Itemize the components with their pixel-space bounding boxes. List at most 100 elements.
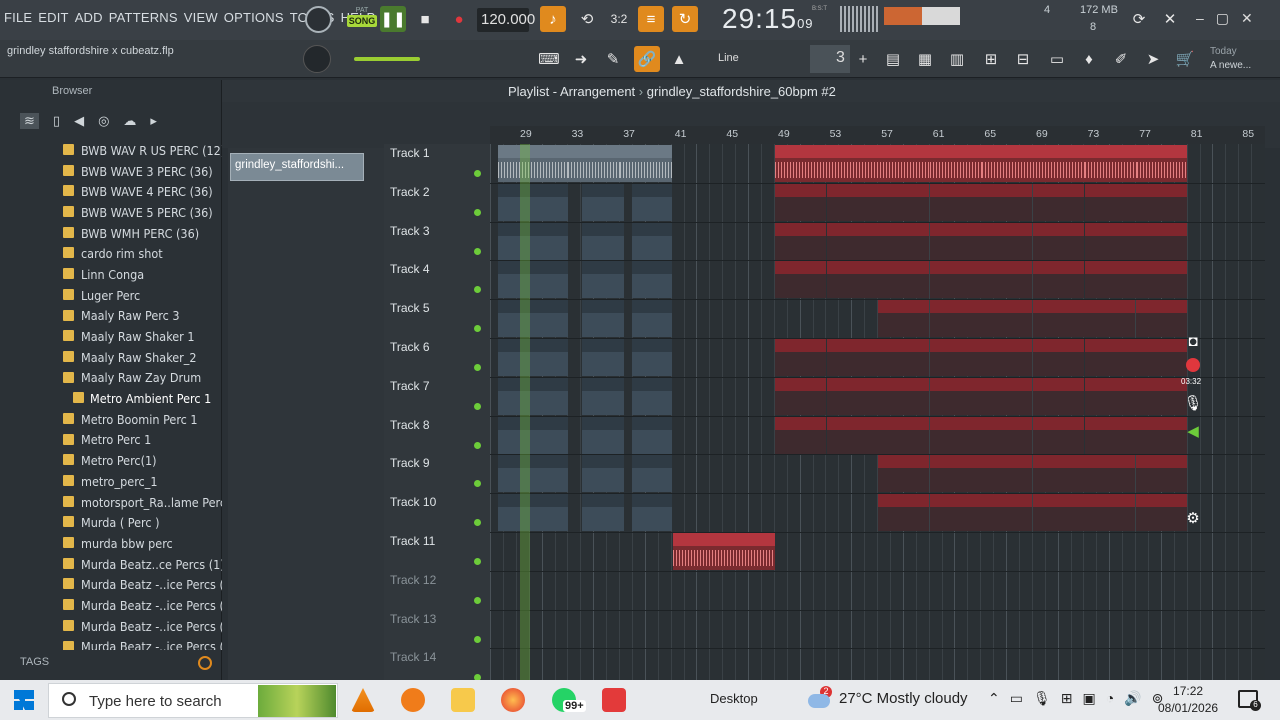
hint-icon[interactable]: ➤ [1140,46,1166,72]
browser-icon[interactable]: ▭ [1044,46,1070,72]
playlist-clip[interactable]: Ma..3 [981,300,1033,338]
track-mute-led[interactable] [474,480,481,488]
windows-start-icon[interactable] [14,690,34,710]
playlist-icon[interactable]: ▤ [880,46,906,72]
playlist-clip[interactable]: Me..1 [582,339,624,376]
menu-file[interactable]: FILE [4,10,32,25]
fl-studio-icon[interactable] [401,688,425,712]
playlist-clip[interactable]: [MA..08 [1136,183,1188,221]
playlist-clip[interactable]: [K..a [582,494,624,532]
tags-label[interactable]: TAGS [20,656,49,668]
playlist-clip[interactable]: [MA..08 [878,183,930,221]
playlist-clip[interactable]: {HH}..zer [632,222,672,260]
playlist-clip[interactable]: Metr..c 1 [929,339,981,376]
playlist-clip[interactable]: Hi H..(2) [929,261,981,299]
song-mode-toggle[interactable]: PAT SONG [347,6,377,33]
playlist-clip[interactable]: Metr..c 1 [632,339,672,376]
playlist-clip[interactable]: [MA..08 [826,183,878,221]
playlist-clip[interactable]: Me..1 [1033,339,1084,376]
cart-icon[interactable]: 🛒 [1172,46,1198,72]
speaker-icon[interactable]: ◀ [1180,418,1206,444]
metronome-icon[interactable]: ♪ [540,6,566,32]
playlist-clip[interactable]: [MA..08 [981,183,1033,221]
playlist-clip[interactable]: Hi H..(2) [826,261,878,299]
firefox-icon[interactable] [501,688,525,712]
track-mute-led[interactable] [474,170,481,177]
cloud-icon[interactable]: ☁ [123,113,136,129]
playlist-clip[interactable]: {HH}..zer [878,222,930,260]
playlist-clip[interactable]: grind..pm #2 [498,145,568,182]
master-volume-slider[interactable] [354,57,420,61]
picker-pattern-item[interactable]: grindley_staffordshi... [230,153,364,181]
plus-icon[interactable]: + [850,46,876,72]
playlist-clip[interactable]: Maal..c 3 [878,300,929,338]
playlist-clip[interactable]: Maal..c 3 [632,300,672,338]
track-mute-led[interactable] [474,635,481,643]
playlist-clip[interactable]: Maal..c 3 [929,300,981,338]
track-name[interactable]: Track 13 [390,612,436,626]
track-name[interactable]: Track 9 [390,456,430,470]
snap-value[interactable]: 3 [810,45,850,73]
playlist-clip[interactable]: Hi..2) [582,261,624,299]
browser-item[interactable]: Maaly Raw Zay Drum [0,368,222,389]
settings-icon[interactable]: ⚙ [1180,505,1206,531]
track-name[interactable]: Track 6 [390,340,430,354]
menu-view[interactable]: VIEW [184,10,218,25]
playlist-clip[interactable]: Hi H..(2) [1084,261,1136,299]
playlist-clip[interactable]: {Sn..ia 2 [1084,416,1136,454]
playlist-clip[interactable]: [cla..rda [826,377,878,415]
menu-edit[interactable]: EDIT [38,10,68,25]
playlist-clip[interactable]: [cla..rda [929,377,981,415]
brush-icon[interactable]: ✎ [600,46,626,72]
playlist-clip[interactable]: Metr..c 1 [498,339,516,376]
playlist-clip[interactable]: [KIC..rda [632,494,672,532]
playlist-clip[interactable]: {H..er [1033,222,1084,260]
track-mute-led[interactable] [474,596,481,604]
window-controls[interactable]: –▢✕ [1196,10,1265,27]
chevron-right-icon[interactable]: ▸ [150,113,157,129]
browser-item[interactable]: Metro Perc 1 [0,430,222,451]
playlist-clip[interactable]: Metr..c 1 [878,339,930,376]
all-files-icon[interactable]: ≋ [20,113,39,129]
playlist-clip[interactable]: {HH}..zer [1084,222,1136,260]
playlist-clip[interactable]: {Sn..ia 2 [826,416,878,454]
browser-item[interactable]: Linn Conga [0,264,222,285]
playlist-clip[interactable]: [MA..08 [498,183,516,221]
stamp-icon[interactable]: ▲ [666,46,692,72]
browser-item[interactable]: Murda Beatz..ce Percs (1)★ [0,554,222,575]
playlist-clip[interactable]: Hi..2) [981,261,1033,299]
playlist-clip[interactable]: gene..at [498,455,516,493]
folder-icon[interactable]: ▯ [53,113,60,129]
search-icon[interactable] [198,656,212,670]
track-mute-led[interactable] [474,441,481,449]
playlist-clip[interactable]: [cla..rda [775,377,826,415]
playlist-clip[interactable]: {S..2 [1033,416,1084,454]
track-mute-led[interactable] [474,519,481,527]
pause-button[interactable]: ❚❚ [380,6,406,32]
microphone-icon[interactable]: 🎙 [1180,390,1206,416]
playlist-clip[interactable]: [K..a [981,494,1033,532]
playlist-clip[interactable]: Hi H..(2) [775,261,826,299]
track-name[interactable]: Track 8 [390,418,430,432]
browser-item[interactable]: Maaly Raw Shaker_2 [0,347,222,368]
timeline-ruler[interactable]: 29 33 37 41 45 49 53 57 61 65 69 73 77 81 85 [490,126,1265,144]
track-mute-led[interactable] [474,364,481,371]
browser-title[interactable]: Browser [52,85,92,97]
menu-add[interactable]: ADD [75,10,103,25]
panic-icon[interactable]: ⟳ [1126,6,1152,32]
playlist-clip[interactable]: Hi H..(2) [632,261,672,299]
news-text[interactable]: A newe... [1210,60,1251,71]
browser-item[interactable]: Murda Beatz -..ice Percs (3) [0,595,222,616]
playlist-clip[interactable]: ge..t [981,455,1033,493]
playlist-clip[interactable]: Metr..c 1 [826,339,878,376]
playlist-grid[interactable]: grind..pm #2 gri..m #2 gri..#2 grindley_sta… [490,144,1265,680]
master-volume-knob[interactable] [305,6,332,33]
tempo-display[interactable]: 120.000 [477,8,535,32]
playlist-clip[interactable]: [cla..rda [498,377,516,415]
camera-icon[interactable]: ◘ [1180,328,1206,354]
playlist-clip[interactable]: {H..er [582,222,624,260]
playlist-clip[interactable]: Hi H..(2) [498,261,516,299]
playlist-clip[interactable]: {HH}..zer [826,222,878,260]
playlist-clip[interactable]: Maal..c 3 [1084,300,1136,338]
track-mute-led[interactable] [474,558,481,565]
